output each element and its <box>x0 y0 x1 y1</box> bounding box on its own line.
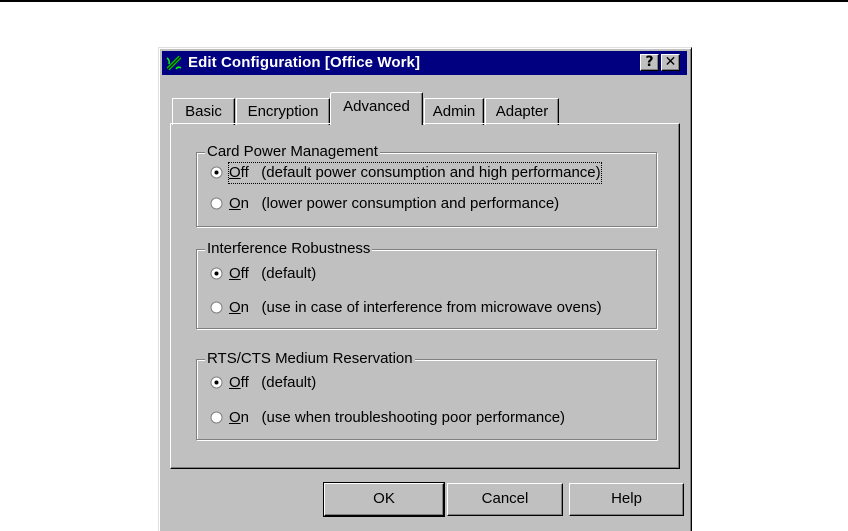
interference-robustness-group: Interference Robustness Off (default) On… <box>196 240 657 329</box>
radio-label: Off (default) <box>229 374 317 391</box>
group-title: Card Power Management <box>205 143 380 161</box>
advanced-tab-panel: Card Power Management Off (default power… <box>170 123 680 469</box>
radio-label: Off (default power consumption and high … <box>228 162 602 184</box>
tab-adapter-label: Adapter <box>495 103 549 120</box>
rts-cts-medium-reservation-group: RTS/CTS Medium Reservation Off (default)… <box>196 350 657 440</box>
help-button[interactable]: Help <box>569 483 684 516</box>
group-title: Interference Robustness <box>205 240 373 258</box>
ok-button[interactable]: OK <box>323 482 445 517</box>
radio-selected-icon <box>210 166 223 179</box>
card-power-management-group: Card Power Management Off (default power… <box>196 143 657 227</box>
radio-unselected-icon <box>210 197 223 210</box>
title-bar[interactable]: Edit Configuration [Office Work] ? ✕ <box>162 51 687 75</box>
radio-unselected-icon <box>210 411 223 424</box>
edit-configuration-dialog: Edit Configuration [Office Work] ? ✕ Bas… <box>158 47 692 531</box>
tab-basic[interactable]: Basic <box>172 98 235 125</box>
help-question-button[interactable]: ? <box>640 54 659 71</box>
tab-encryption[interactable]: Encryption <box>236 98 330 125</box>
radio-label: On (use when troubleshooting poor perfor… <box>229 409 566 426</box>
group-title: RTS/CTS Medium Reservation <box>205 350 415 368</box>
radio-label: On (lower power consumption and performa… <box>229 195 560 212</box>
window-title: Edit Configuration [Office Work] <box>188 54 421 71</box>
radio-selected-icon <box>210 376 223 389</box>
tab-encryption-label: Encryption <box>247 103 319 120</box>
wireless-card-icon <box>165 54 183 72</box>
radio-label: Off (default) <box>229 265 317 282</box>
question-mark-icon: ? <box>645 54 654 70</box>
close-button[interactable]: ✕ <box>661 54 680 71</box>
top-rule <box>0 0 848 2</box>
tab-basic-label: Basic <box>185 103 222 120</box>
tab-advanced[interactable]: Advanced <box>330 92 423 125</box>
radio-selected-icon <box>210 267 223 280</box>
tab-admin-label: Admin <box>432 103 476 120</box>
cancel-button[interactable]: Cancel <box>447 483 563 516</box>
tab-admin[interactable]: Admin <box>424 98 484 125</box>
radio-unselected-icon <box>210 301 223 314</box>
tab-advanced-label: Advanced <box>343 98 410 115</box>
close-icon: ✕ <box>664 54 677 70</box>
radio-label: On (use in case of interference from mic… <box>229 299 602 316</box>
tab-adapter[interactable]: Adapter <box>485 98 559 125</box>
